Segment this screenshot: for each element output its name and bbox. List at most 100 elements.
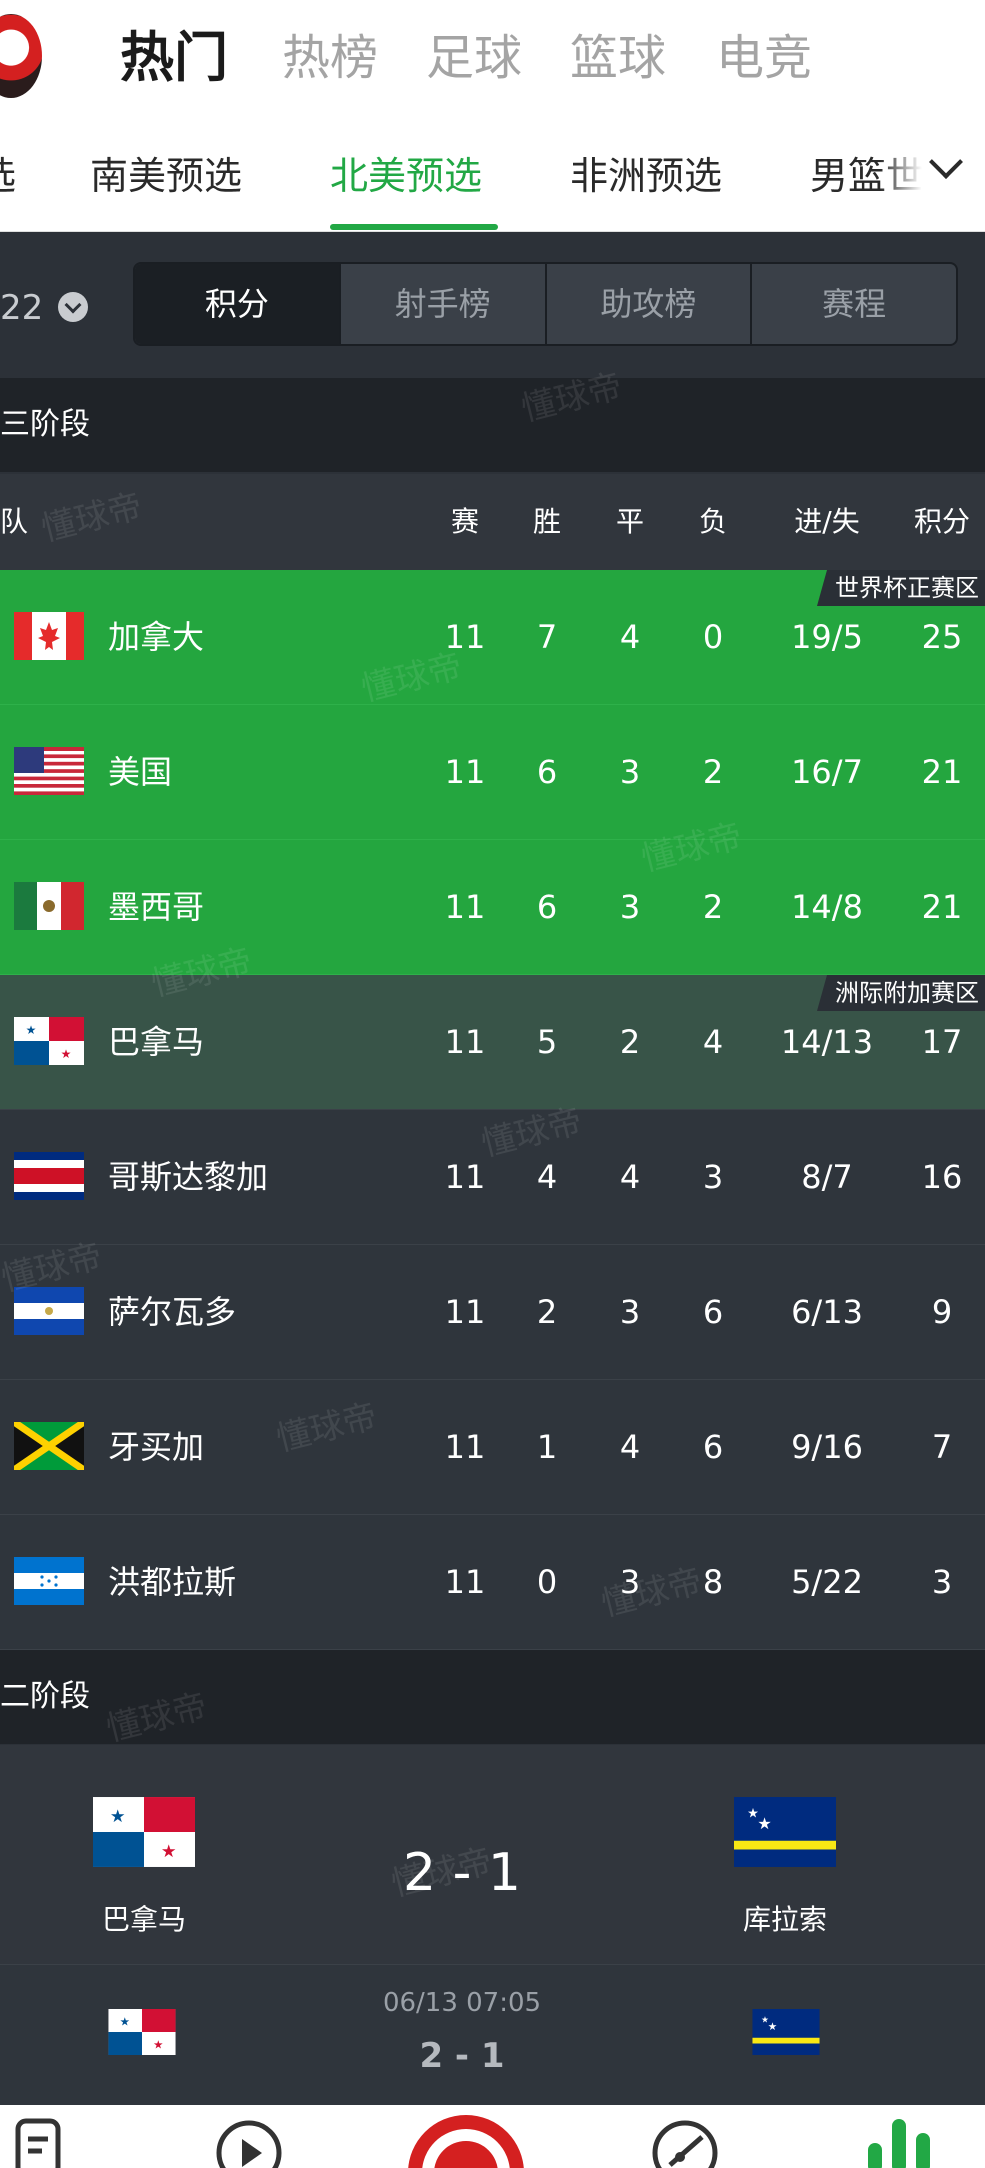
data-compass-icon[interactable] (650, 2115, 720, 2168)
col-points: 积分 (913, 505, 970, 538)
tab-esports[interactable]: 电竞 (716, 26, 812, 90)
cell-goals: 8/7 (801, 1158, 853, 1196)
subtab-north-america[interactable]: 北美预选 (330, 150, 482, 202)
cell-won: 2 (536, 1293, 558, 1331)
cell-won: 6 (536, 753, 558, 791)
jamaica-flag-icon (14, 1422, 84, 1470)
cell-points: 9 (931, 1293, 953, 1331)
cell-played: 11 (444, 1023, 486, 1061)
team-name: 哥斯达黎加 (108, 1158, 269, 1196)
svg-text:★: ★ (153, 2037, 163, 2051)
cell-goals: 14/8 (791, 888, 863, 926)
svg-text:★: ★ (120, 2014, 130, 2028)
cell-won: 0 (536, 1563, 558, 1601)
table-row[interactable]: 牙买加 11 1 4 6 9/16 7 (0, 1380, 985, 1515)
tab-hot[interactable]: 热门 (120, 26, 228, 90)
table-row[interactable]: 洪都拉斯 11 0 3 8 5/22 3 (0, 1515, 985, 1650)
cell-drawn: 2 (619, 1023, 641, 1061)
team-name: 萨尔瓦多 (108, 1293, 237, 1331)
panama-flag-icon: ★ ★ (93, 1797, 195, 1867)
cell-lost: 4 (702, 1023, 724, 1061)
table-row[interactable]: 世界杯正赛区 加拿大 11 7 4 0 19/5 25 (0, 570, 985, 705)
usa-flag-icon (14, 747, 84, 795)
active-tab-indicator (330, 224, 498, 230)
cell-goals: 9/16 (791, 1428, 863, 1466)
curacao-flag-icon: ★ ★ (734, 1797, 836, 1867)
cell-goals: 19/5 (791, 618, 863, 656)
cell-drawn: 4 (619, 1428, 641, 1466)
tab-basketball[interactable]: 篮球 (570, 26, 666, 90)
season-selector[interactable]: 22 (0, 286, 43, 330)
away-team-name: 库拉索 (742, 1903, 827, 1936)
view-segmented-control: 积分 射手榜 助攻榜 赛程 (133, 262, 958, 346)
col-won: 胜 (532, 505, 561, 538)
section-header-stage3 (0, 378, 985, 472)
subtab-south-america[interactable]: 南美预选 (90, 150, 242, 202)
col-team: 队 (0, 505, 29, 538)
cell-lost: 0 (702, 618, 724, 656)
tabs-fade (880, 116, 985, 231)
svg-text:★: ★ (757, 1814, 771, 1833)
cell-goals: 14/13 (780, 1023, 874, 1061)
cell-points: 21 (921, 753, 963, 791)
video-play-icon[interactable] (214, 2115, 284, 2168)
team-name: 加拿大 (108, 618, 205, 656)
cell-lost: 3 (702, 1158, 724, 1196)
cell-played: 11 (444, 888, 486, 926)
segment-schedule[interactable]: 赛程 (750, 264, 956, 344)
chevron-down-circle-icon[interactable] (58, 292, 88, 322)
svg-text:★: ★ (768, 2021, 777, 2033)
panama-flag-icon: ★ ★ (108, 2009, 176, 2055)
col-played: 赛 (450, 505, 479, 538)
cell-won: 7 (536, 618, 558, 656)
costa-rica-flag-icon (14, 1152, 84, 1200)
svg-text:★: ★ (110, 1807, 126, 1827)
table-row[interactable]: 洲际附加赛区 ★ ★ 巴拿马 11 5 2 4 14/13 17 (0, 975, 985, 1110)
panama-flag-icon: ★ ★ (14, 1017, 84, 1065)
curacao-flag-icon: ★ ★ (752, 2009, 820, 2055)
col-drawn: 平 (615, 505, 644, 538)
segment-assists[interactable]: 助攻榜 (544, 264, 751, 344)
table-row[interactable]: 萨尔瓦多 11 2 3 6 6/13 9 (0, 1245, 985, 1380)
col-lost: 负 (698, 505, 727, 538)
match-score: 2 - 1 (419, 2036, 505, 2076)
cell-played: 11 (444, 1293, 486, 1331)
cell-lost: 6 (702, 1293, 724, 1331)
tab-football[interactable]: 足球 (426, 26, 522, 90)
segment-standings[interactable]: 积分 (135, 264, 339, 344)
cell-drawn: 4 (619, 618, 641, 656)
cell-goals: 6/13 (791, 1293, 863, 1331)
cell-won: 1 (536, 1428, 558, 1466)
svg-text:★: ★ (26, 1023, 37, 1037)
cell-goals: 16/7 (791, 753, 863, 791)
tab-hot-list[interactable]: 热榜 (282, 26, 378, 90)
cell-points: 16 (921, 1158, 963, 1196)
subtab-prev-cut[interactable]: 选 (0, 150, 16, 202)
table-row[interactable]: 墨西哥 11 6 3 2 14/8 21 (0, 840, 985, 975)
cell-goals: 5/22 (791, 1563, 863, 1601)
cell-points: 21 (921, 888, 963, 926)
col-goals: 进/失 (794, 505, 860, 538)
cell-won: 6 (536, 888, 558, 926)
club-home-icon[interactable] (404, 2111, 528, 2168)
cell-drawn: 4 (619, 1158, 641, 1196)
cell-points: 25 (921, 618, 963, 656)
section-title-stage3: 三阶段 (0, 407, 90, 442)
bottom-nav (0, 2105, 985, 2168)
mexico-flag-icon (14, 882, 84, 930)
honduras-flag-icon (14, 1557, 84, 1605)
svg-text:★: ★ (61, 1047, 72, 1061)
cell-played: 11 (444, 753, 486, 791)
svg-text:★: ★ (161, 1842, 177, 1862)
subtab-africa[interactable]: 非洲预选 (570, 150, 722, 202)
team-name: 美国 (108, 753, 173, 791)
table-row[interactable]: 美国 11 6 3 2 16/7 21 (0, 705, 985, 840)
news-icon[interactable] (14, 2115, 62, 2168)
stats-bar-icon[interactable] (866, 2113, 932, 2168)
canada-flag-icon (14, 612, 84, 660)
segment-scorers[interactable]: 射手榜 (338, 264, 545, 344)
section-title-stage2: 二阶段 (0, 1679, 90, 1714)
cell-played: 11 (444, 1428, 486, 1466)
competition-tabs: 选 南美预选 北美预选 非洲预选 男篮世 (0, 116, 985, 232)
cell-points: 7 (931, 1428, 953, 1466)
